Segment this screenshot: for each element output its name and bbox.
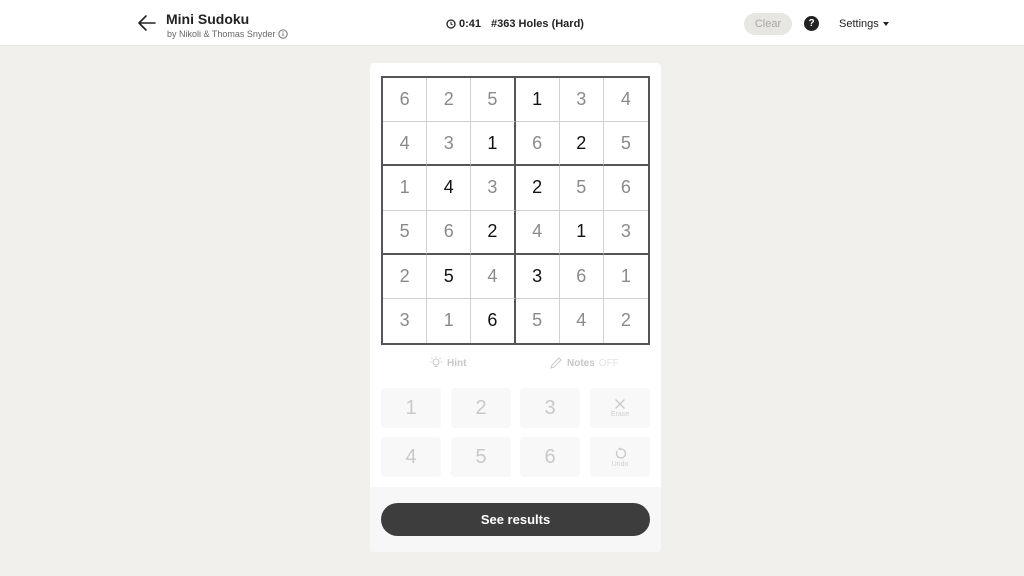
board-cell-r4c1[interactable]: 5 xyxy=(383,210,428,255)
board-cell-r1c5[interactable]: 3 xyxy=(559,78,604,123)
puzzle-status: 0:41 #363 Holes (Hard) xyxy=(446,18,584,30)
board-cell-r3c1[interactable]: 1 xyxy=(383,166,428,211)
hint-label: Hint xyxy=(447,357,467,369)
number-keypad: 1 2 3 Erase 4 5 6 Undo xyxy=(381,388,650,478)
board-cell-r5c1[interactable]: 2 xyxy=(383,254,428,299)
board-cell-r5c6[interactable]: 1 xyxy=(603,255,648,299)
keypad-5-button[interactable]: 5 xyxy=(451,437,511,477)
board-cell-r1c3[interactable]: 5 xyxy=(471,78,516,123)
clock-icon xyxy=(446,19,456,29)
chevron-down-icon xyxy=(882,22,889,26)
board-cell-r4c5[interactable]: 1 xyxy=(559,210,604,255)
board-cell-r2c4[interactable]: 6 xyxy=(515,122,560,167)
board-cell-r1c4[interactable]: 1 xyxy=(515,78,560,123)
info-icon[interactable] xyxy=(278,29,289,39)
erase-label: Erase xyxy=(610,411,630,418)
timer: 0:41 xyxy=(446,18,481,30)
board-cell-r5c4[interactable]: 3 xyxy=(515,254,560,299)
board-cell-r3c4[interactable]: 2 xyxy=(515,166,560,211)
top-bar: Mini Sudoku by Nikoli & Thomas Snyder 0:… xyxy=(0,0,1024,46)
board-cell-r4c2[interactable]: 6 xyxy=(427,210,472,255)
pencil-icon xyxy=(550,357,562,369)
undo-icon xyxy=(615,446,626,459)
help-icon[interactable]: ? xyxy=(804,16,819,31)
undo-label: Undo xyxy=(611,460,629,468)
board-cell-r5c3[interactable]: 4 xyxy=(471,254,516,299)
byline-text: by Nikoli & Thomas Snyder xyxy=(167,29,276,39)
board-cell-r6c6[interactable]: 2 xyxy=(604,299,648,343)
board-cell-r2c5[interactable]: 2 xyxy=(559,122,604,167)
lightbulb-icon xyxy=(430,356,442,367)
hint-button[interactable]: Hint xyxy=(429,356,466,370)
board-cell-r2c3[interactable]: 1 xyxy=(471,122,516,167)
timer-value: 0:41 xyxy=(459,18,482,30)
sudoku-board: 625134431625143256562413254361316542 xyxy=(381,76,650,345)
board-cell-r3c5[interactable]: 5 xyxy=(559,166,604,211)
author-credit: by Nikoli & Thomas Snyder xyxy=(167,29,289,39)
notes-label: Notes xyxy=(567,357,595,369)
settings-label: Settings xyxy=(839,18,879,30)
game-title: Mini Sudoku xyxy=(166,11,250,27)
keypad-6-button[interactable]: 6 xyxy=(520,437,580,477)
keypad-2-button[interactable]: 2 xyxy=(451,388,511,428)
board-cell-r6c2[interactable]: 1 xyxy=(427,298,472,343)
board-cell-r6c4[interactable]: 5 xyxy=(516,298,560,343)
notes-state: OFF xyxy=(598,357,619,369)
board-cell-r2c1[interactable]: 4 xyxy=(383,122,428,167)
board-cell-r3c6[interactable]: 6 xyxy=(603,166,648,211)
close-icon xyxy=(615,399,625,409)
puzzle-name: #363 Holes (Hard) xyxy=(491,18,584,30)
notes-toggle[interactable]: Notes OFF xyxy=(549,356,619,370)
erase-button[interactable]: Erase xyxy=(590,388,650,428)
clear-button[interactable]: Clear xyxy=(744,13,792,35)
board-cell-r5c2[interactable]: 5 xyxy=(427,254,472,299)
board-cell-r1c1[interactable]: 6 xyxy=(383,78,428,123)
undo-button[interactable]: Undo xyxy=(590,437,650,477)
board-cell-r6c3[interactable]: 6 xyxy=(471,298,516,343)
board-cell-r2c2[interactable]: 3 xyxy=(427,122,472,167)
board-cell-r3c3[interactable]: 3 xyxy=(471,166,516,211)
keypad-1-button[interactable]: 1 xyxy=(381,388,441,428)
board-cell-r4c6[interactable]: 3 xyxy=(603,211,648,255)
toolbar: Hint Notes OFF xyxy=(381,356,650,376)
board-cell-r6c1[interactable]: 3 xyxy=(383,298,428,343)
board-cell-r5c5[interactable]: 6 xyxy=(559,254,604,299)
board-cell-r2c6[interactable]: 5 xyxy=(603,122,648,167)
board-cell-r4c4[interactable]: 4 xyxy=(515,210,560,255)
board-cell-r3c2[interactable]: 4 xyxy=(427,166,472,211)
board-cell-r1c2[interactable]: 2 xyxy=(427,78,472,123)
back-arrow-icon[interactable] xyxy=(136,12,158,34)
board-cell-r1c6[interactable]: 4 xyxy=(603,78,648,123)
board-cell-r6c5[interactable]: 4 xyxy=(560,298,604,343)
keypad-4-button[interactable]: 4 xyxy=(381,437,441,477)
settings-menu[interactable]: Settings xyxy=(839,18,889,30)
see-results-button[interactable]: See results xyxy=(381,503,650,536)
keypad-3-button[interactable]: 3 xyxy=(520,388,580,428)
board-cell-r4c3[interactable]: 2 xyxy=(471,210,516,255)
